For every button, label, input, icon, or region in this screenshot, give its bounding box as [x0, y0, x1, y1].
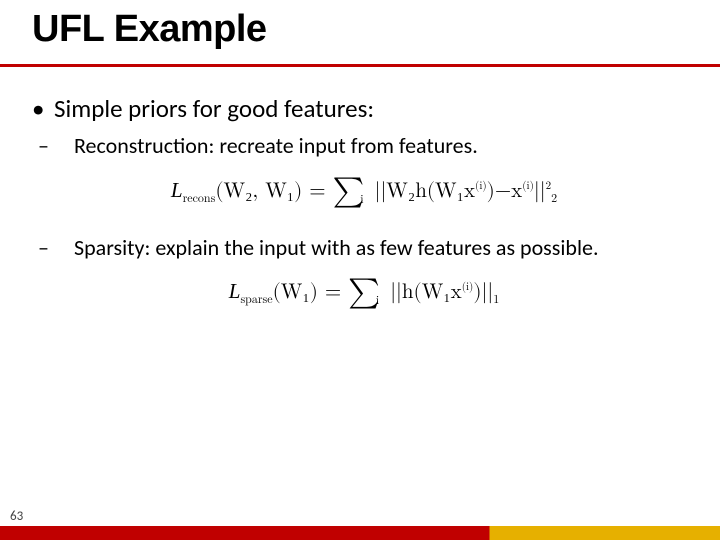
slide-title: UFL Example	[32, 8, 267, 51]
bullet-level1-text: Simple priors for good features:	[54, 93, 374, 124]
page-number: 63	[10, 509, 23, 524]
bullet-level1: •Simple priors for good features:	[32, 94, 696, 124]
bullet-level2-recons-text: Reconstruction: recreate input from feat…	[74, 132, 478, 159]
equation-sparse: Lsparse(W₁) = ∑i ||h(W₁x(i))||1	[32, 271, 696, 307]
bullet-level2-sparsity: –Sparsity: explain the input with as few…	[74, 234, 696, 262]
bullet-dot-icon: •	[32, 94, 54, 124]
equation-recons: Lrecons(W₂, W₁) = ∑i ||W₂h(W₁x(i))−x(i)|…	[32, 170, 696, 206]
dash-icon: –	[56, 234, 74, 262]
bullet-level2-recons: –Reconstruction: recreate input from fea…	[74, 132, 696, 160]
title-underline	[0, 64, 720, 67]
dash-icon: –	[56, 132, 74, 160]
bullet-level2-sparsity-text: Sparsity: explain the input with as few …	[74, 234, 599, 261]
content-area: •Simple priors for good features: –Recon…	[32, 94, 696, 335]
footer-bar	[0, 526, 720, 540]
